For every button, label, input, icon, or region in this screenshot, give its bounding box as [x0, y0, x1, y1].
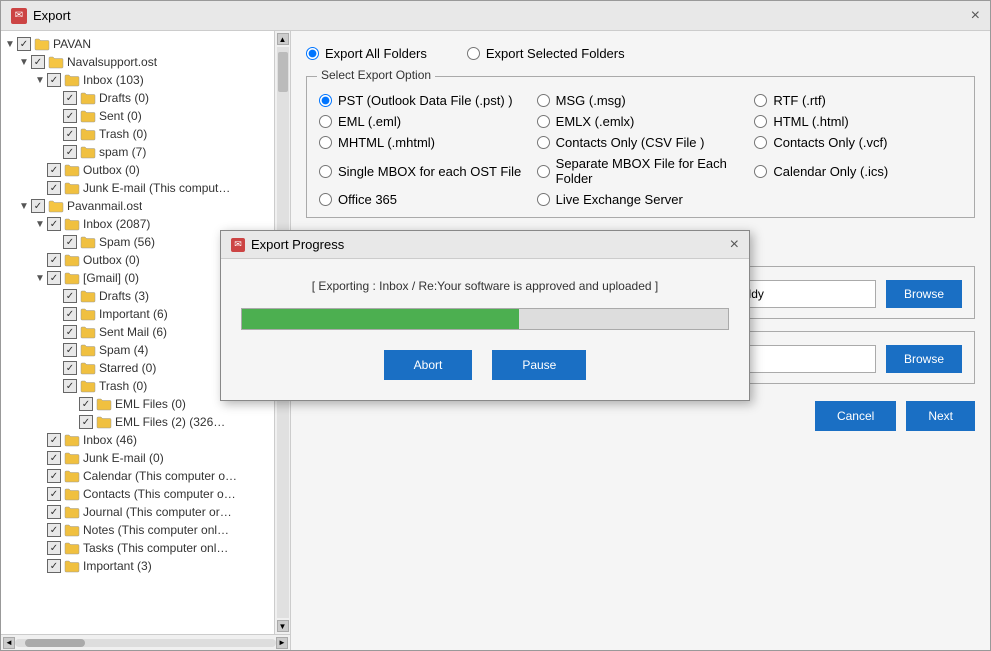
dialog-title-left: ✉ Export Progress	[231, 237, 344, 252]
progress-bar-fill	[242, 309, 519, 329]
dialog-body: [ Exporting : Inbox / Re:Your software i…	[221, 259, 749, 400]
export-status-text: [ Exporting : Inbox / Re:Your software i…	[241, 279, 729, 293]
abort-button[interactable]: Abort	[384, 350, 473, 380]
dialog-close-button[interactable]: ×	[730, 237, 739, 253]
export-progress-dialog: ✉ Export Progress × [ Exporting : Inbox …	[220, 230, 750, 401]
dialog-icon: ✉	[231, 238, 245, 252]
dialog-overlay: ✉ Export Progress × [ Exporting : Inbox …	[0, 0, 991, 651]
dialog-buttons: Abort Pause	[241, 350, 729, 380]
pause-button[interactable]: Pause	[492, 350, 586, 380]
dialog-title: Export Progress	[251, 237, 344, 252]
progress-bar-container	[241, 308, 729, 330]
dialog-title-bar: ✉ Export Progress ×	[221, 231, 749, 259]
